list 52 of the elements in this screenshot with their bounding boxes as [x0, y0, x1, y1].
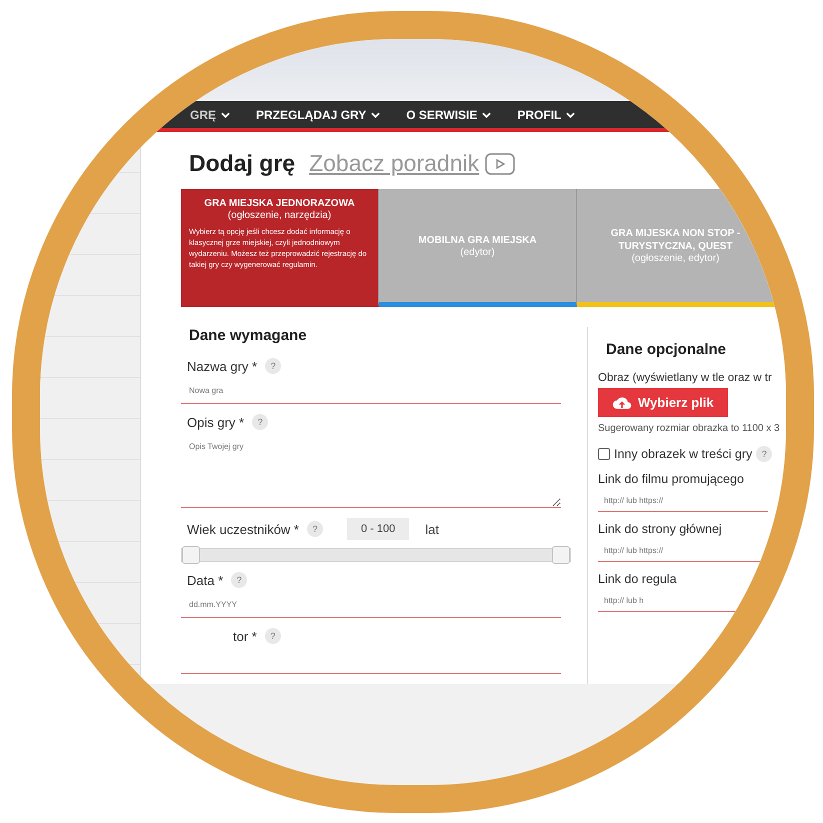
help-icon[interactable]: ?: [264, 628, 281, 644]
field-label: Link do filmu promującego: [598, 472, 745, 486]
input-field[interactable]: Nowa gra: [181, 376, 561, 404]
nav-menu-item[interactable]: GRĘ: [190, 108, 230, 122]
nav-menu-item[interactable]: PROFIL: [517, 108, 576, 122]
field-label: Wiek uczestników *: [187, 522, 299, 536]
chevron-down-icon: [566, 112, 576, 118]
upload-button[interactable]: Wybierz plik: [598, 388, 728, 417]
tutorial-link[interactable]: Zobacz poradnik: [309, 150, 480, 177]
section-heading: Dane opcjonalne: [606, 341, 728, 358]
help-icon[interactable]: ?: [231, 572, 248, 588]
chevron-down-icon: [221, 112, 230, 118]
field-label: Obraz (wyświetlany w tle oraz w tr: [598, 372, 773, 384]
field-label: Opis gry *: [187, 414, 244, 430]
age-range-field[interactable]: 0 - 100: [346, 518, 410, 540]
slider-handle[interactable]: [182, 546, 200, 564]
play-icon: [485, 152, 516, 174]
game-type-tab[interactable]: GRA MIJESKA NON STOP - TURYSTYCZNA, QUEST (ogłoszenie, edytor): [577, 189, 775, 307]
field-label: tor *: [233, 628, 257, 644]
cloud-upload-icon: [612, 396, 632, 410]
tab-title: MOBILNA GRA MIEJSKA: [418, 234, 537, 246]
field-label: Data *: [187, 572, 224, 588]
input-field[interactable]: http:// lub https://: [598, 488, 768, 512]
input-field[interactable]: dd.mm.YYYY: [181, 590, 561, 618]
tab-title: GRA MIEJSKA JEDNORAZOWA: [204, 197, 355, 210]
chevron-down-icon: [482, 112, 492, 118]
field-label: Link do regula: [598, 572, 678, 586]
unit-label: lat: [425, 522, 439, 536]
tab-title: GRA MIJESKA NON STOP - TURYSTYCZNA, QUEST: [610, 227, 742, 253]
game-type-tab[interactable]: MOBILNA GRA MIEJSKA (edytor): [379, 189, 577, 307]
tab-subtitle: (edytor): [460, 246, 495, 258]
help-icon[interactable]: ?: [265, 358, 282, 374]
hint-text: Sugerowany rozmiar obrazka to 1100 x 3: [598, 423, 781, 434]
nav-menu-item[interactable]: O SERWISIE: [406, 108, 492, 122]
page-title: Dodaj grę: [189, 150, 296, 177]
field-label: Nazwa gry *: [187, 358, 258, 374]
game-type-tab[interactable]: [181, 189, 379, 307]
input-field[interactable]: http:// lub h: [598, 588, 768, 612]
help-icon[interactable]: ?: [306, 521, 323, 537]
field-label: Link do strony głównej: [598, 522, 723, 536]
help-icon[interactable]: ?: [756, 446, 772, 462]
checkbox[interactable]: [598, 448, 610, 460]
tab-subtitle: (ogłoszenie, narzędzia): [228, 210, 332, 221]
nav-menu-item[interactable]: PRZEGLĄDAJ GRY: [256, 108, 380, 122]
tab-subtitle: (ogłoszenie, edytor): [632, 253, 720, 264]
section-heading: Dane wymagane: [189, 327, 308, 344]
slider-handle[interactable]: [552, 546, 570, 564]
textarea-field[interactable]: Opis Twojej gry: [181, 432, 561, 508]
checkbox-label: Inny obrazek w treści gry: [614, 447, 752, 461]
chevron-down-icon: [371, 112, 380, 118]
input-field[interactable]: http:// lub https://: [598, 538, 768, 562]
help-icon[interactable]: ?: [252, 414, 268, 430]
